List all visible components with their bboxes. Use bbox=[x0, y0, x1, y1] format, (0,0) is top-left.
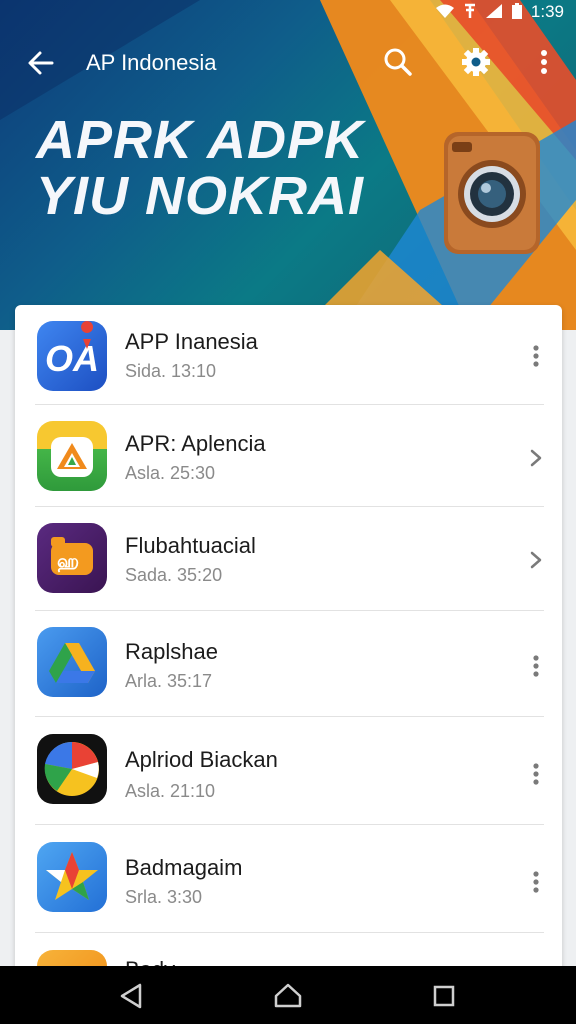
gear-icon bbox=[462, 48, 490, 76]
search-icon bbox=[384, 48, 412, 76]
nav-recents-icon bbox=[433, 985, 455, 1007]
arrow-left-icon bbox=[28, 51, 54, 75]
item-menu-button[interactable] bbox=[524, 341, 548, 371]
more-vertical-icon bbox=[533, 763, 539, 785]
item-open-button[interactable] bbox=[524, 545, 548, 575]
app-name: APR: Aplencia bbox=[125, 431, 266, 456]
nav-back-button[interactable] bbox=[116, 980, 148, 1012]
wifi-icon bbox=[435, 3, 455, 22]
item-menu-button[interactable] bbox=[524, 651, 548, 681]
search-button[interactable] bbox=[380, 44, 416, 80]
app-name: Badmagaim bbox=[125, 855, 243, 880]
svg-text:OA: OA bbox=[45, 338, 99, 379]
star-app-icon bbox=[37, 842, 107, 912]
app-list: OA APP Inanesia Sida. 13:10 APR: Aplenci… bbox=[15, 305, 562, 985]
triangle-app-icon bbox=[37, 421, 107, 491]
settings-button[interactable] bbox=[458, 44, 494, 80]
app-subtitle: Arla. 35:17 bbox=[125, 671, 213, 691]
back-button[interactable] bbox=[24, 46, 58, 80]
app-subtitle: Asla. 25:30 bbox=[125, 463, 216, 483]
oa-app-icon: OA bbox=[37, 321, 107, 391]
list-item[interactable]: APR: Aplencia Asla. 25:30 bbox=[15, 405, 562, 507]
item-menu-button[interactable] bbox=[524, 867, 548, 897]
signal-bars-icon bbox=[485, 3, 503, 22]
app-bar-title: AP Indonesia bbox=[86, 50, 217, 75]
app-name: Flubahtuacial bbox=[125, 533, 256, 558]
more-vertical-icon bbox=[533, 871, 539, 893]
nav-home-button[interactable] bbox=[272, 980, 304, 1012]
list-item[interactable]: Badmagaim Srla. 3:30 bbox=[15, 825, 562, 933]
nav-recents-button[interactable] bbox=[428, 980, 460, 1012]
signal-icon bbox=[463, 3, 477, 22]
nav-back-icon bbox=[120, 983, 142, 1009]
hero-title: APRK ADPK YIU NOKRAI bbox=[36, 112, 416, 224]
chevron-right-icon bbox=[530, 449, 542, 467]
navigation-bar bbox=[0, 966, 576, 1024]
status-time: 1:39 bbox=[530, 2, 564, 21]
status-bar: 1:39 bbox=[0, 0, 576, 24]
overflow-menu-button[interactable] bbox=[532, 44, 556, 80]
list-item[interactable]: Aplriod Biackan Asla. 21:10 bbox=[15, 717, 562, 825]
app-subtitle: Asla. 21:10 bbox=[125, 781, 216, 801]
svg-text:ஹ: ஹ bbox=[57, 551, 79, 572]
more-vertical-icon bbox=[541, 50, 547, 74]
hero-title-line1: APRK ADPK bbox=[36, 110, 365, 170]
more-vertical-icon bbox=[533, 655, 539, 677]
app-subtitle: Srla. 3:30 bbox=[125, 887, 203, 907]
list-item[interactable]: OA APP Inanesia Sida. 13:10 bbox=[15, 305, 562, 405]
more-vertical-icon bbox=[533, 345, 539, 367]
list-item[interactable]: ஹ Flubahtuacial Sada. 35:20 bbox=[15, 507, 562, 611]
hero-title-line2: YIU NOKRAI bbox=[36, 166, 365, 226]
chevron-right-icon bbox=[530, 551, 542, 569]
app-subtitle: Sida. 13:10 bbox=[125, 361, 217, 381]
app-subtitle: Sada. 35:20 bbox=[125, 565, 223, 585]
app-bar: AP Indonesia bbox=[0, 36, 576, 88]
app-name: APP Inanesia bbox=[125, 329, 258, 354]
camera-icon bbox=[444, 132, 540, 254]
pie-app-icon bbox=[37, 734, 107, 804]
flag-app-icon: ஹ bbox=[37, 523, 107, 593]
app-name: Aplriod Biackan bbox=[125, 747, 278, 772]
nav-home-icon bbox=[274, 983, 302, 1008]
battery-icon bbox=[511, 2, 523, 23]
app-name: Raplshae bbox=[125, 639, 218, 664]
hero-banner: 1:39 AP Indonesia APRK ADPK YIU NOKRAI bbox=[0, 0, 576, 330]
drive-app-icon bbox=[37, 627, 107, 697]
item-open-button[interactable] bbox=[524, 443, 548, 473]
list-item[interactable]: Raplshae Arla. 35:17 bbox=[15, 611, 562, 717]
item-menu-button[interactable] bbox=[524, 759, 548, 789]
